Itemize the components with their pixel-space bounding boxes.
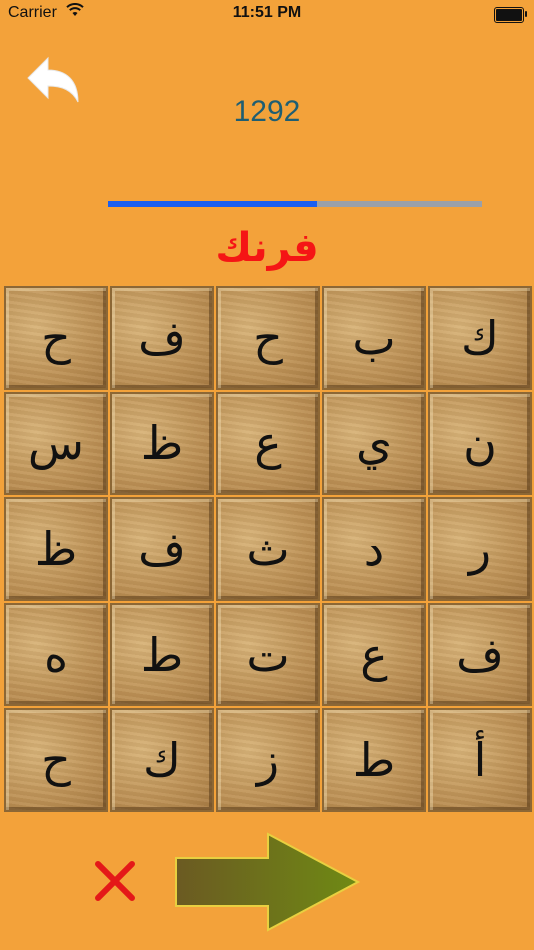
letter-tile[interactable]: ك [428, 286, 532, 390]
tile-letter: س [27, 416, 85, 471]
battery-icon [494, 7, 527, 23]
tile-letter: ظ [34, 521, 78, 576]
letter-tile[interactable]: ز [216, 708, 320, 812]
progress-bar [108, 201, 482, 207]
letter-tile[interactable]: ط [322, 708, 426, 812]
tile-letter: ب [352, 310, 396, 365]
letter-tile[interactable]: ف [110, 286, 214, 390]
tile-letter: ظ [140, 416, 184, 471]
letter-tile[interactable]: ب [322, 286, 426, 390]
tile-letter: ع [254, 416, 282, 471]
tile-letter: ح [41, 733, 71, 788]
progress-fill [108, 201, 318, 207]
letter-tile[interactable]: ط [110, 602, 214, 707]
tile-letter: ه [43, 627, 69, 682]
letter-tile[interactable]: ر [428, 497, 532, 601]
letter-tile[interactable]: ح [4, 286, 108, 390]
tile-letter: أ [473, 733, 487, 788]
next-arrow-icon[interactable] [172, 830, 364, 934]
tile-letter: ك [143, 733, 181, 788]
tile-letter: ح [253, 310, 283, 365]
tile-letter: ط [140, 627, 184, 682]
tile-letter: ف [138, 521, 186, 576]
letter-grid: حفحبكسظعينظفثدرهطتعفحكزطأ [4, 286, 532, 812]
letter-tile[interactable]: ن [428, 391, 532, 496]
tile-letter: ت [246, 627, 290, 682]
tile-letter: ع [360, 627, 388, 682]
letter-tile[interactable]: ح [4, 708, 108, 812]
letter-tile[interactable]: ك [110, 708, 214, 812]
tile-letter: ر [468, 521, 492, 576]
score-value: 1292 [233, 95, 301, 128]
close-icon[interactable] [94, 860, 136, 902]
letter-tile[interactable]: س [4, 391, 108, 496]
tile-letter: د [363, 521, 385, 576]
tile-letter: ف [138, 310, 186, 365]
status-bar: Carrier 11:51 PM [0, 0, 534, 28]
letter-tile[interactable]: ه [4, 602, 108, 707]
tile-letter: ف [456, 627, 504, 682]
clock: 11:51 PM [232, 4, 302, 21]
letter-tile[interactable]: ظ [4, 497, 108, 601]
tile-letter: ز [256, 733, 280, 788]
letter-tile[interactable]: ظ [110, 391, 214, 496]
letter-tile[interactable]: ف [428, 602, 532, 707]
letter-tile[interactable]: ف [110, 497, 214, 601]
tile-letter: ط [352, 733, 396, 788]
target-word: فرنك [215, 225, 319, 271]
letter-tile[interactable]: د [322, 497, 426, 601]
tile-letter: ح [41, 310, 71, 365]
tile-letter: ك [461, 310, 499, 365]
letter-tile[interactable]: ث [216, 497, 320, 601]
letter-tile[interactable]: ع [216, 391, 320, 496]
letter-tile[interactable]: أ [428, 708, 532, 812]
letter-tile[interactable]: ع [322, 602, 426, 707]
letter-tile[interactable]: ح [216, 286, 320, 390]
tile-letter: ي [355, 416, 392, 471]
tile-letter: ث [246, 521, 290, 576]
letter-tile[interactable]: ي [322, 391, 426, 496]
letter-tile[interactable]: ت [216, 602, 320, 707]
tile-letter: ن [463, 416, 497, 471]
